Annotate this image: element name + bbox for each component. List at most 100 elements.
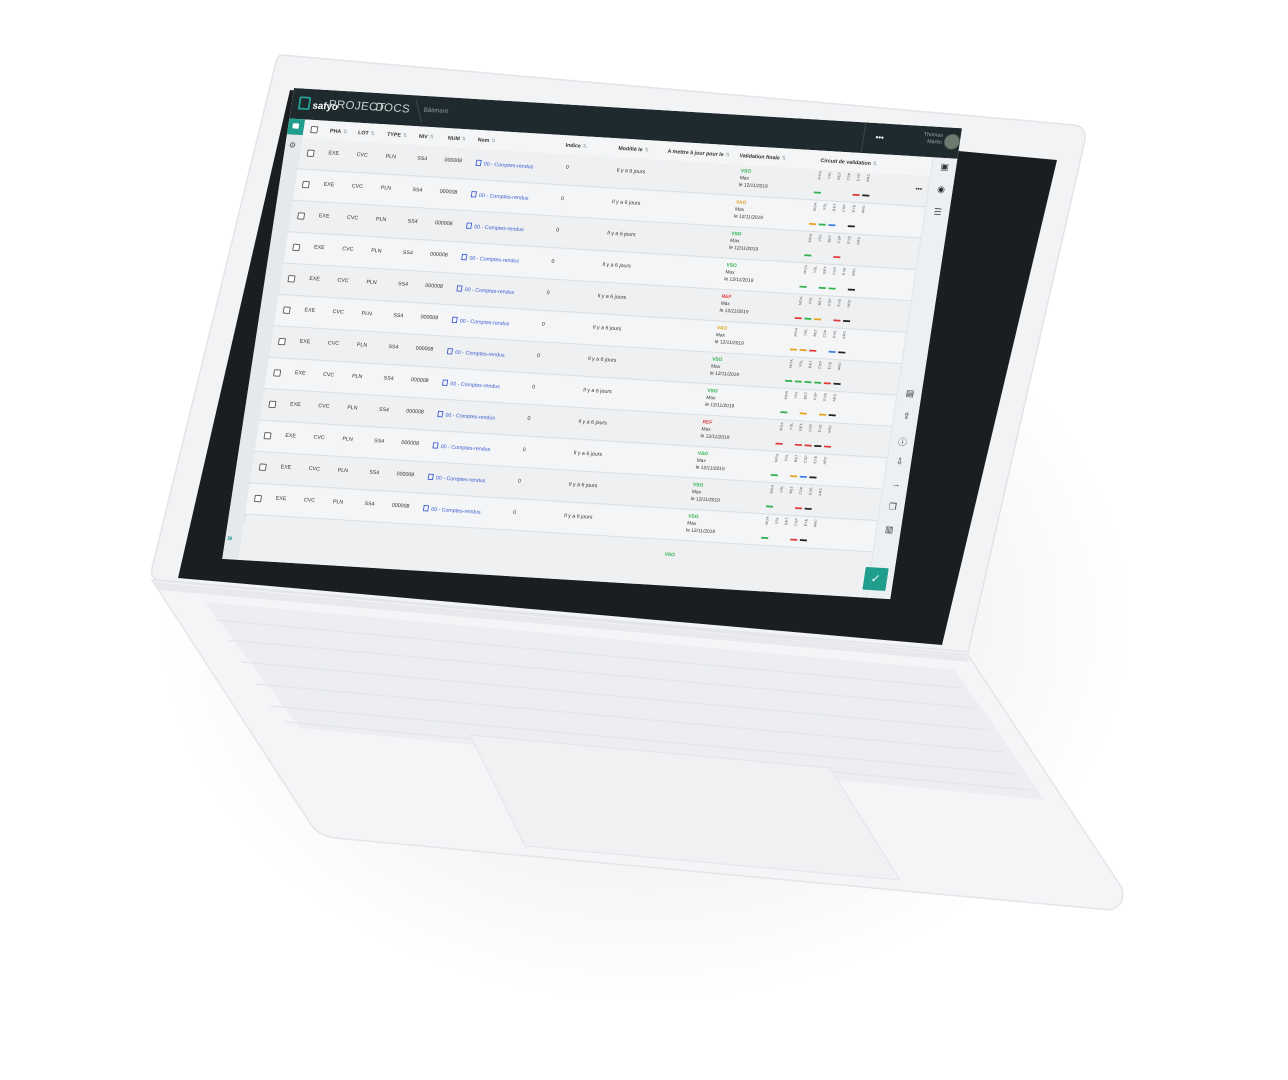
- trash-icon[interactable]: ▥: [882, 525, 896, 535]
- validation-circuit[interactable]: MOA VSL BET CSP EXE ARC: [794, 296, 861, 326]
- row-checkbox[interactable]: [277, 337, 286, 346]
- row-checkbox[interactable]: [253, 494, 263, 503]
- list-icon[interactable]: ☰: [931, 207, 945, 218]
- avatar[interactable]: [942, 133, 962, 151]
- row-checkbox[interactable]: [287, 275, 296, 283]
- validation-circuit[interactable]: MOA VSL BET CSP EXE ARC: [775, 422, 842, 452]
- circuit-step-status: [804, 254, 812, 257]
- column-options-button[interactable]: •••: [915, 186, 922, 192]
- eye-icon[interactable]: ◉: [934, 185, 948, 195]
- validation-circuit[interactable]: MOA VSL BET CSP EXE ARC: [765, 485, 832, 515]
- row-checkbox[interactable]: [301, 180, 310, 189]
- circuit-step-label: CSP: [821, 329, 828, 338]
- info-icon[interactable]: ⓘ: [896, 434, 910, 448]
- document-link[interactable]: 00 - Comptes-rendus: [465, 222, 525, 233]
- sort-icon: ⇅: [402, 133, 408, 139]
- document-link[interactable]: 00 - Comptes-rendus: [422, 505, 482, 515]
- document-name: 00 - Comptes-rendus: [483, 161, 534, 171]
- document-link[interactable]: 00 - Comptes-rendus: [461, 253, 520, 264]
- validate-button[interactable]: ✓: [862, 566, 889, 591]
- user-name[interactable]: Thomas Martin: [922, 131, 943, 146]
- circuit-step-label: MOA: [773, 453, 780, 463]
- gear-icon[interactable]: ⚙: [288, 141, 296, 151]
- document-link[interactable]: 00 - Comptes-rendus: [475, 159, 534, 171]
- document-link[interactable]: 00 - Comptes-rendus: [470, 191, 530, 202]
- col-validation[interactable]: Validation finale⇅: [739, 153, 786, 162]
- circuit-step-status: [809, 349, 817, 352]
- col-lot[interactable]: LOT⇅: [358, 130, 376, 137]
- row-checkbox[interactable]: [282, 306, 291, 314]
- validation-cell: VSO Max le 12/11/2019: [705, 388, 737, 411]
- cell-pha: EXE: [289, 401, 302, 408]
- col-indice[interactable]: Indice⇅: [565, 142, 587, 150]
- validation-date: le 12/11/2019: [685, 527, 716, 535]
- cell-lot: CVC: [351, 183, 364, 190]
- col-niv[interactable]: NIV⇅: [418, 133, 434, 140]
- circuit-step-label: EXE: [807, 486, 814, 495]
- folder-plus-icon[interactable]: ▤: [903, 389, 917, 399]
- col-modifie[interactable]: Modifié le⇅: [618, 145, 649, 153]
- validation-date: le 12/11/2019: [728, 245, 759, 253]
- row-checkbox[interactable]: [263, 432, 272, 440]
- col-type[interactable]: TYPE⇅: [387, 131, 408, 138]
- row-checkbox[interactable]: [306, 149, 315, 157]
- row-checkbox[interactable]: [268, 400, 277, 409]
- validation-circuit[interactable]: MOA VSL BET CSP EXE ARC: [804, 233, 871, 263]
- circuit-step-status: [799, 475, 807, 478]
- validation-circuit[interactable]: MOA VSL BET CSP EXE ARC: [789, 328, 856, 358]
- download-icon[interactable]: ⇩: [893, 457, 907, 467]
- col-pha[interactable]: PHA⇅: [330, 128, 348, 135]
- document-link[interactable]: 00 - Comptes-rendus: [456, 285, 515, 296]
- circuit-step-label: MOA: [764, 515, 770, 525]
- document-name: 00 - Comptes-rendus: [435, 475, 486, 485]
- select-all-checkbox[interactable]: [310, 126, 319, 134]
- circuit-step: ARC: [823, 425, 835, 452]
- top-more-button[interactable]: •••: [875, 133, 885, 142]
- cell-num: 000008: [410, 377, 429, 384]
- document-link[interactable]: 00 - Comptes-rendus: [441, 379, 501, 390]
- row-checkbox[interactable]: [297, 212, 306, 220]
- document-link[interactable]: 00 - Comptes-rendus: [427, 473, 487, 485]
- circuit-step-label: BET: [821, 265, 828, 274]
- upload-icon[interactable]: ⇪: [900, 411, 914, 422]
- col-a-mettre[interactable]: A mettre à jour pour le⇅: [667, 148, 730, 158]
- col-pha-label: PHA: [329, 128, 342, 135]
- circuit-step-status: [804, 507, 812, 510]
- validation-cell: REF Max le 12/11/2019: [719, 293, 751, 316]
- validation-circuit[interactable]: MOA VSL BET CSP EXE ARC: [770, 453, 837, 483]
- circuit-step-label: EXE: [850, 204, 857, 213]
- cell-modifie: Il y a 6 jours: [568, 482, 598, 490]
- document-link[interactable]: 00 - Comptes-rendus: [451, 316, 510, 327]
- validation-circuit[interactable]: MOA VSL BET CSP EXE ARC: [799, 265, 866, 295]
- col-num[interactable]: NUM⇅: [447, 135, 466, 142]
- document-link[interactable]: 00 - Comptes-rendus: [432, 442, 491, 453]
- validation-circuit[interactable]: MOA VSL BET CSP EXE ARC: [784, 359, 851, 389]
- document-name: 00 - Comptes-rendus: [464, 287, 515, 296]
- row-checkbox[interactable]: [258, 463, 267, 471]
- col-circuit[interactable]: Circuit de validation⇅: [820, 158, 878, 167]
- circuit-step-status: [809, 476, 817, 479]
- document-link[interactable]: 00 - Comptes-rendus: [446, 348, 506, 359]
- breadcrumb-sub[interactable]: Bâtiment: [423, 107, 448, 115]
- row-checkbox[interactable]: [292, 243, 301, 252]
- circuit-step-label: CSP: [826, 297, 833, 307]
- validation-cell: VSO Max le 12/11/2019: [738, 168, 770, 191]
- row-checkbox[interactable]: [273, 369, 282, 377]
- validation-circuit[interactable]: MOA VSL BET CSP EXE ARC: [808, 202, 875, 232]
- cell-indice: 0: [550, 259, 555, 265]
- validation-circuit[interactable]: MOA VSL BET CSP EXE ARC: [761, 516, 828, 546]
- cell-modifie: Il y a 6 jours: [592, 325, 622, 333]
- cell-pha: EXE: [304, 307, 316, 314]
- arrow-right-icon[interactable]: →: [889, 480, 903, 490]
- copy-icon[interactable]: ❐: [886, 502, 900, 512]
- col-nom[interactable]: Nom⇅: [477, 137, 496, 144]
- circuit-step-status: [828, 414, 836, 417]
- circuit-step-status: [847, 288, 856, 291]
- validation-circuit[interactable]: MOA VSL BET CSP EXE ARC: [780, 390, 847, 420]
- validation-circuit[interactable]: MOA VSL BET CSP EXE ARC: [813, 171, 880, 201]
- document-link[interactable]: 00 - Comptes-rendus: [437, 410, 496, 421]
- save-icon[interactable]: ▣: [938, 162, 952, 172]
- circuit-step-status: [789, 475, 798, 478]
- cell-type: PLN: [351, 374, 363, 380]
- circuit-step-label: CSP: [802, 454, 809, 464]
